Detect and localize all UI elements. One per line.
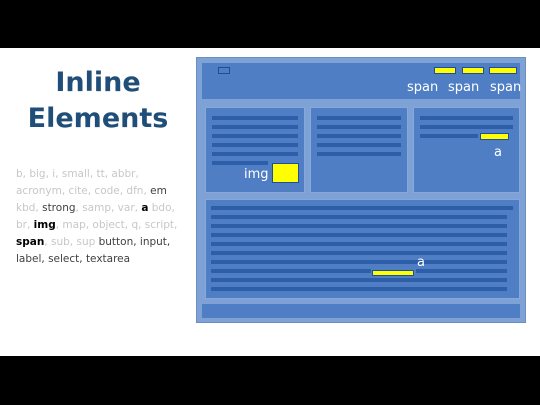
- a-label: a: [417, 255, 425, 270]
- diagram-column-left: img: [205, 107, 305, 193]
- tag-text: kbd,: [16, 202, 43, 214]
- tag-text: , samp, var,: [75, 202, 142, 214]
- slide: Inline Elements b, big, i, small, tt, ab…: [0, 48, 540, 356]
- slide-title: Inline Elements: [18, 65, 178, 137]
- diagram-column-right: a: [413, 107, 520, 193]
- tag-text: , sub, sup: [44, 236, 96, 248]
- title-line-2: Elements: [27, 103, 169, 134]
- img-label: img: [244, 167, 269, 182]
- tag-text: acronym, cite, code, dfn,: [16, 185, 151, 197]
- inline-tag-list: b, big, i, small, tt, abbr, acronym, cit…: [16, 166, 186, 268]
- tag-text: strong: [42, 202, 76, 214]
- span-marker: [434, 67, 456, 74]
- a-marker: [480, 133, 509, 140]
- span-label: span: [490, 80, 522, 95]
- page-layout-diagram: span span span img a a: [196, 57, 526, 323]
- brand-name: SoftServe: [27, 337, 65, 347]
- header-nav-stub: [218, 67, 230, 74]
- a-marker: [372, 270, 414, 276]
- diagram-header-block: span span span: [202, 63, 522, 99]
- tag-text: em: [150, 185, 167, 197]
- span-marker: [462, 67, 484, 74]
- span-marker: [489, 67, 517, 74]
- softserve-logo: SoftServe: [14, 337, 64, 347]
- tag-text: script,: [141, 219, 178, 231]
- title-line-1: Inline: [55, 67, 141, 98]
- tag-text: b, big, i, small, tt, abbr,: [16, 168, 139, 180]
- diagram-footer-block: [202, 304, 520, 318]
- span-label: span: [407, 80, 439, 95]
- diagram-column-middle: [310, 107, 408, 193]
- tag-text-highlight: span: [16, 236, 45, 248]
- softserve-logo-icon: [15, 337, 23, 347]
- span-label: span: [448, 80, 480, 95]
- diagram-content-block: a: [205, 199, 520, 299]
- tag-text: , map, object, q,: [55, 219, 142, 231]
- tag-text-highlight: img: [33, 219, 56, 231]
- img-marker: [272, 163, 299, 183]
- a-label: a: [494, 145, 502, 160]
